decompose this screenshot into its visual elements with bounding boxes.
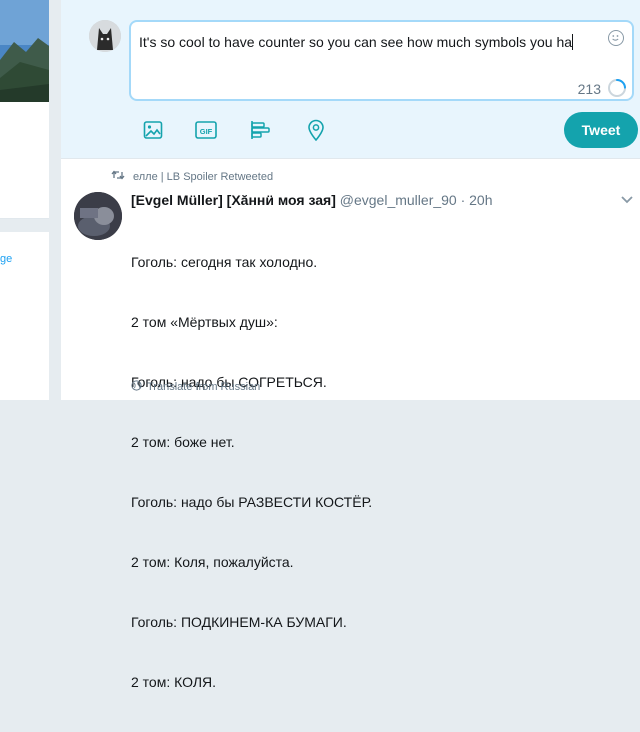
image-icon[interactable]	[141, 118, 165, 142]
tweet-line: Гоголь: надо бы РАЗВЕСТИ КОСТЁР.	[131, 494, 373, 510]
tweet-header: [Evgel Müller] [Хăннӥ моя зая] @evgel_mu…	[131, 192, 493, 208]
globe-icon	[131, 380, 142, 394]
left-sidebar: ge	[0, 0, 49, 400]
tweet-line: 2 том: боже нет.	[131, 434, 235, 450]
tweet-button[interactable]: Tweet	[564, 112, 638, 148]
tweet-composer: It's so cool to have counter so you can …	[61, 0, 640, 159]
translate-label: Translate from Russian	[147, 381, 261, 393]
location-icon[interactable]	[304, 118, 328, 142]
tweet-line: Гоголь: ПОДКИНЕМ-КА БУМАГИ.	[131, 614, 347, 630]
tweet-text-editor[interactable]: It's so cool to have counter so you can …	[129, 20, 634, 101]
tweet-line: Гоголь: сегодня так холодно.	[131, 254, 318, 270]
character-counter: 213	[577, 81, 601, 97]
retweet-context: елле | LB Spoiler Retweeted	[111, 169, 273, 184]
gif-icon[interactable]: GIF	[194, 118, 218, 142]
author-handle-timestamp[interactable]: @evgel_muller_90 · 20h	[340, 192, 493, 208]
tweet-body: Гоголь: сегодня так холодно. 2 том «Мёрт…	[131, 212, 372, 732]
author-name[interactable]: [Evgel Müller] [Хăннӥ моя зая]	[131, 192, 336, 208]
profile-banner-image	[0, 0, 49, 102]
retweet-context-text[interactable]: елле | LB Spoiler Retweeted	[133, 171, 273, 183]
profile-card	[0, 0, 49, 219]
translate-link[interactable]: Translate from Russian	[131, 380, 260, 394]
emoji-icon[interactable]	[608, 30, 624, 46]
retweet-icon	[111, 169, 125, 184]
avatar[interactable]	[89, 20, 121, 52]
svg-text:GIF: GIF	[200, 127, 213, 136]
tweet-line: 2 том: КОЛЯ.	[131, 674, 217, 690]
character-progress-ring	[608, 79, 626, 97]
tweet-text-value: It's so cool to have counter so you can …	[139, 34, 574, 50]
poll-icon[interactable]	[249, 118, 273, 142]
main-timeline: It's so cool to have counter so you can …	[61, 0, 640, 690]
sidebar-link[interactable]: ge	[0, 253, 12, 265]
chevron-down-icon[interactable]	[620, 195, 634, 205]
retweeted-tweet[interactable]: елле | LB Spoiler Retweeted [Evgel Mülle…	[61, 159, 640, 690]
tweet-line: 2 том «Мёртвых душ»:	[131, 314, 278, 330]
avatar[interactable]	[74, 192, 122, 240]
tweet-line: 2 том: Коля, пожалуйста.	[131, 554, 294, 570]
